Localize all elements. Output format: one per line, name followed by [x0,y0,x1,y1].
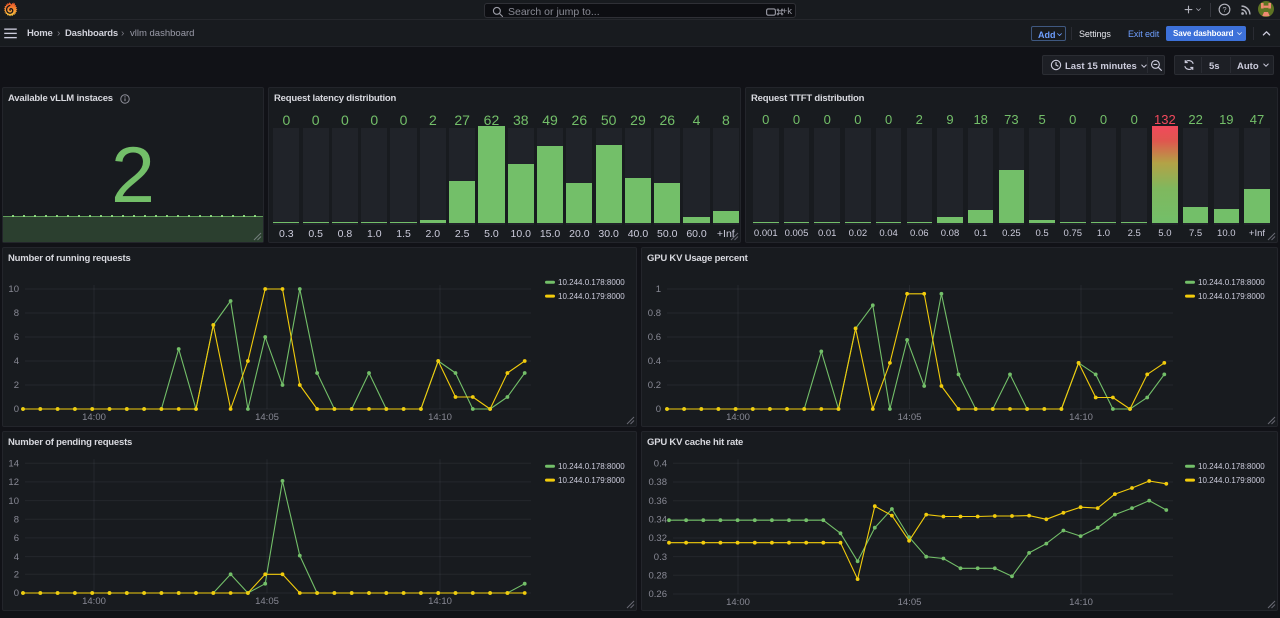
svg-text:0.26: 0.26 [649,589,668,600]
svg-text:8: 8 [14,514,19,525]
svg-text:?: ? [1222,5,1226,14]
svg-text:0.38: 0.38 [649,477,668,488]
svg-text:0.32: 0.32 [649,533,668,544]
svg-text:10.244.0.179:8000: 10.244.0.179:8000 [1198,476,1265,485]
svg-text:2: 2 [14,570,19,581]
svg-text:14:05: 14:05 [898,597,922,608]
svg-text:14:00: 14:00 [82,412,106,423]
svg-text:14:10: 14:10 [1069,597,1093,608]
svg-text:0.6: 0.6 [648,332,661,343]
svg-text:0.36: 0.36 [649,496,668,507]
svg-text:0.4: 0.4 [654,459,667,470]
svg-text:14:05: 14:05 [255,596,279,607]
svg-text:14: 14 [8,458,19,469]
svg-text:14:05: 14:05 [255,412,279,423]
svg-text:2: 2 [14,380,19,391]
svg-text:0.28: 0.28 [649,571,668,582]
svg-text:10.244.0.179:8000: 10.244.0.179:8000 [558,292,625,301]
svg-text:6: 6 [14,332,19,343]
svg-text:14:00: 14:00 [726,597,750,608]
svg-text:14:05: 14:05 [898,412,922,423]
svg-text:14:10: 14:10 [1069,412,1093,423]
svg-text:0.3: 0.3 [654,552,667,563]
svg-text:0.2: 0.2 [648,380,661,391]
svg-text:4: 4 [14,552,19,563]
svg-text:10.244.0.178:8000: 10.244.0.178:8000 [1198,462,1265,471]
svg-text:6: 6 [14,533,19,544]
svg-text:10.244.0.178:8000: 10.244.0.178:8000 [1198,278,1265,287]
svg-text:0: 0 [656,404,661,415]
svg-text:10.244.0.178:8000: 10.244.0.178:8000 [558,462,625,471]
svg-text:0.4: 0.4 [648,356,661,367]
svg-text:0.34: 0.34 [649,515,668,526]
svg-text:4: 4 [14,356,19,367]
svg-text:14:00: 14:00 [82,596,106,607]
svg-text:0: 0 [14,404,19,415]
svg-text:14:00: 14:00 [726,412,750,423]
svg-text:12: 12 [8,477,19,488]
svg-text:10.244.0.179:8000: 10.244.0.179:8000 [558,476,625,485]
svg-text:10.244.0.178:8000: 10.244.0.178:8000 [558,278,625,287]
svg-text:10: 10 [8,284,19,295]
svg-text:10.244.0.179:8000: 10.244.0.179:8000 [1198,292,1265,301]
svg-text:8: 8 [14,308,19,319]
svg-text:1: 1 [656,284,661,295]
svg-text:0.8: 0.8 [648,308,661,319]
svg-text:10: 10 [8,496,19,507]
svg-text:0: 0 [14,588,19,599]
svg-text:14:10: 14:10 [428,596,452,607]
svg-text:14:10: 14:10 [428,412,452,423]
